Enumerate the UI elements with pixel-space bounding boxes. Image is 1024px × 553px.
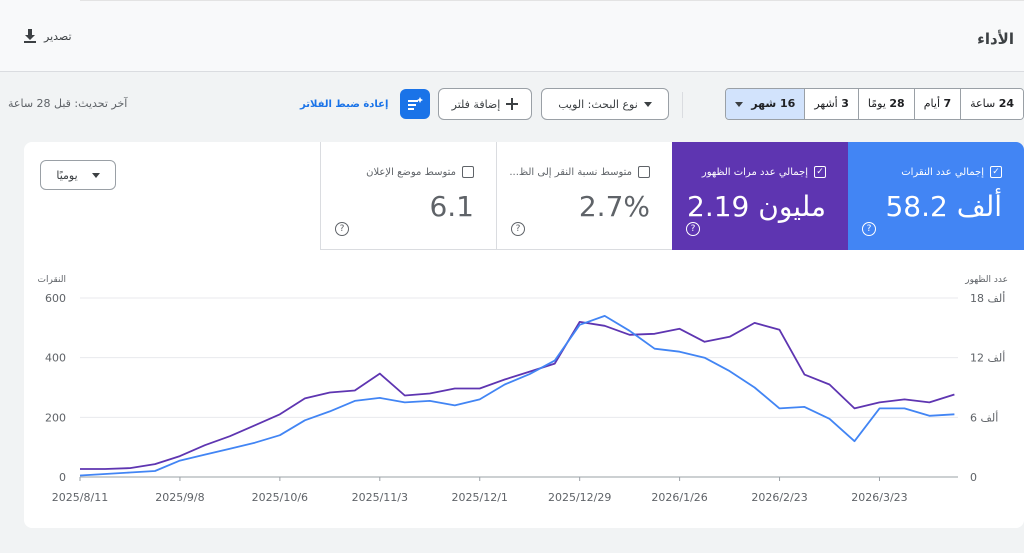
- metric-ctr-label: متوسط نسبة النقر إلى الظ...: [509, 166, 632, 178]
- metric-position-value: 6.1: [429, 190, 474, 223]
- metric-impressions-tile[interactable]: ✓ إجمالي عدد مرات الظهور 2.19 مليون ?: [672, 142, 848, 250]
- search-type-label: نوع البحث: الويب: [558, 97, 638, 111]
- download-icon: [24, 29, 36, 43]
- help-icon[interactable]: ?: [511, 222, 525, 236]
- metric-impressions-label: إجمالي عدد مرات الظهور: [701, 166, 808, 178]
- checkbox-unchecked-icon[interactable]: [638, 166, 650, 178]
- right-tick-label: 12 ألف: [970, 351, 1005, 365]
- range-28-days[interactable]: 28 يومًا: [857, 89, 914, 119]
- date-range-selector: 24 ساعة 7 أيام 28 يومًا 3 أشهر 16 شهر: [725, 88, 1024, 120]
- left-axis-title: النقرات: [38, 275, 66, 285]
- last-updated-text: آخر تحديث: قبل 28 ساعة: [8, 97, 128, 110]
- series-line: [79, 315, 955, 477]
- x-tick-label: 2026/1/26: [651, 491, 707, 504]
- top-bar: الأداء تصدير: [0, 0, 1024, 72]
- search-type-dropdown[interactable]: نوع البحث: الويب: [541, 88, 669, 120]
- plus-icon: [506, 98, 519, 110]
- filter-settings-button[interactable]: [400, 89, 430, 119]
- divider: [682, 92, 683, 118]
- x-tick-label: 2026/3/23: [851, 491, 907, 504]
- export-label: تصدير: [44, 29, 72, 43]
- left-tick-label: 0: [59, 471, 66, 484]
- metric-impressions-value: 2.19 مليون: [687, 190, 826, 223]
- x-tick-label: 2025/10/6: [252, 491, 308, 504]
- range-3-months[interactable]: 3 أشهر: [804, 89, 858, 119]
- checkbox-checked-icon[interactable]: ✓: [990, 166, 1002, 178]
- range-24-hours[interactable]: 24 ساعة: [960, 89, 1023, 119]
- help-icon[interactable]: ?: [686, 222, 700, 236]
- performance-chart: 0 0 200 6 ألف 400 12 ألف 600 18 ألف النقرات عدد ا…: [38, 275, 1008, 504]
- right-tick-label: 6 ألف: [970, 410, 998, 424]
- checkbox-unchecked-icon[interactable]: [462, 166, 474, 178]
- performance-card: ✓ إجمالي عدد النقرات 58.2 ألف ? ✓ إجمالي ع…: [24, 142, 1024, 528]
- granularity-label: يوميًا: [56, 168, 78, 182]
- page-title: الأداء: [977, 30, 1014, 48]
- series-line: [80, 321, 955, 470]
- chevron-down-icon: [643, 101, 652, 107]
- granularity-dropdown[interactable]: يوميًا: [40, 160, 116, 190]
- left-tick-label: 400: [45, 352, 66, 365]
- metric-position-tile[interactable]: متوسط موضع الإعلان 6.1 ?: [320, 142, 496, 250]
- metric-position-label: متوسط موضع الإعلان: [366, 166, 456, 178]
- reset-filters-link[interactable]: إعادة ضبط الفلاتر: [300, 99, 388, 110]
- x-tick-label: 2025/12/1: [452, 491, 508, 504]
- x-tick-label: 2025/8/11: [52, 491, 108, 504]
- x-tick-label: 2025/11/3: [352, 491, 408, 504]
- x-tick-label: 2025/9/8: [155, 491, 204, 504]
- filter-sparkle-icon: [408, 97, 423, 110]
- metric-clicks-label: إجمالي عدد النقرات: [901, 166, 984, 178]
- export-button[interactable]: تصدير: [22, 28, 72, 44]
- chevron-down-icon: [735, 101, 744, 107]
- chevron-down-icon: [91, 172, 100, 178]
- range-16-months[interactable]: 16 شهر: [726, 89, 805, 119]
- add-filter-button[interactable]: إضافة فلتر: [438, 88, 532, 120]
- range-7-days[interactable]: 7 أيام: [913, 89, 961, 119]
- help-icon[interactable]: ?: [862, 222, 876, 236]
- right-tick-label: 0: [970, 471, 977, 484]
- left-tick-label: 600: [45, 292, 66, 305]
- x-tick-label: 2025/12/29: [548, 491, 611, 504]
- top-edge-line: [80, 0, 1024, 1]
- help-icon[interactable]: ?: [335, 222, 349, 236]
- add-filter-label: إضافة فلتر: [451, 97, 501, 111]
- right-tick-label: 18 ألف: [970, 291, 1005, 305]
- filter-row: 24 ساعة 7 أيام 28 يومًا 3 أشهر 16 شهر نو…: [0, 72, 1024, 140]
- metric-clicks-tile[interactable]: ✓ إجمالي عدد النقرات 58.2 ألف ?: [848, 142, 1024, 250]
- x-tick-label: 2026/2/23: [751, 491, 807, 504]
- metric-clicks-value: 58.2 ألف: [885, 190, 1002, 223]
- checkbox-checked-icon[interactable]: ✓: [814, 166, 826, 178]
- metric-ctr-value: 2.7%: [578, 190, 650, 223]
- left-tick-label: 200: [45, 411, 66, 424]
- metric-ctr-tile[interactable]: متوسط نسبة النقر إلى الظ... 2.7% ?: [496, 142, 672, 250]
- right-axis-title: عدد الظهور: [964, 275, 1008, 285]
